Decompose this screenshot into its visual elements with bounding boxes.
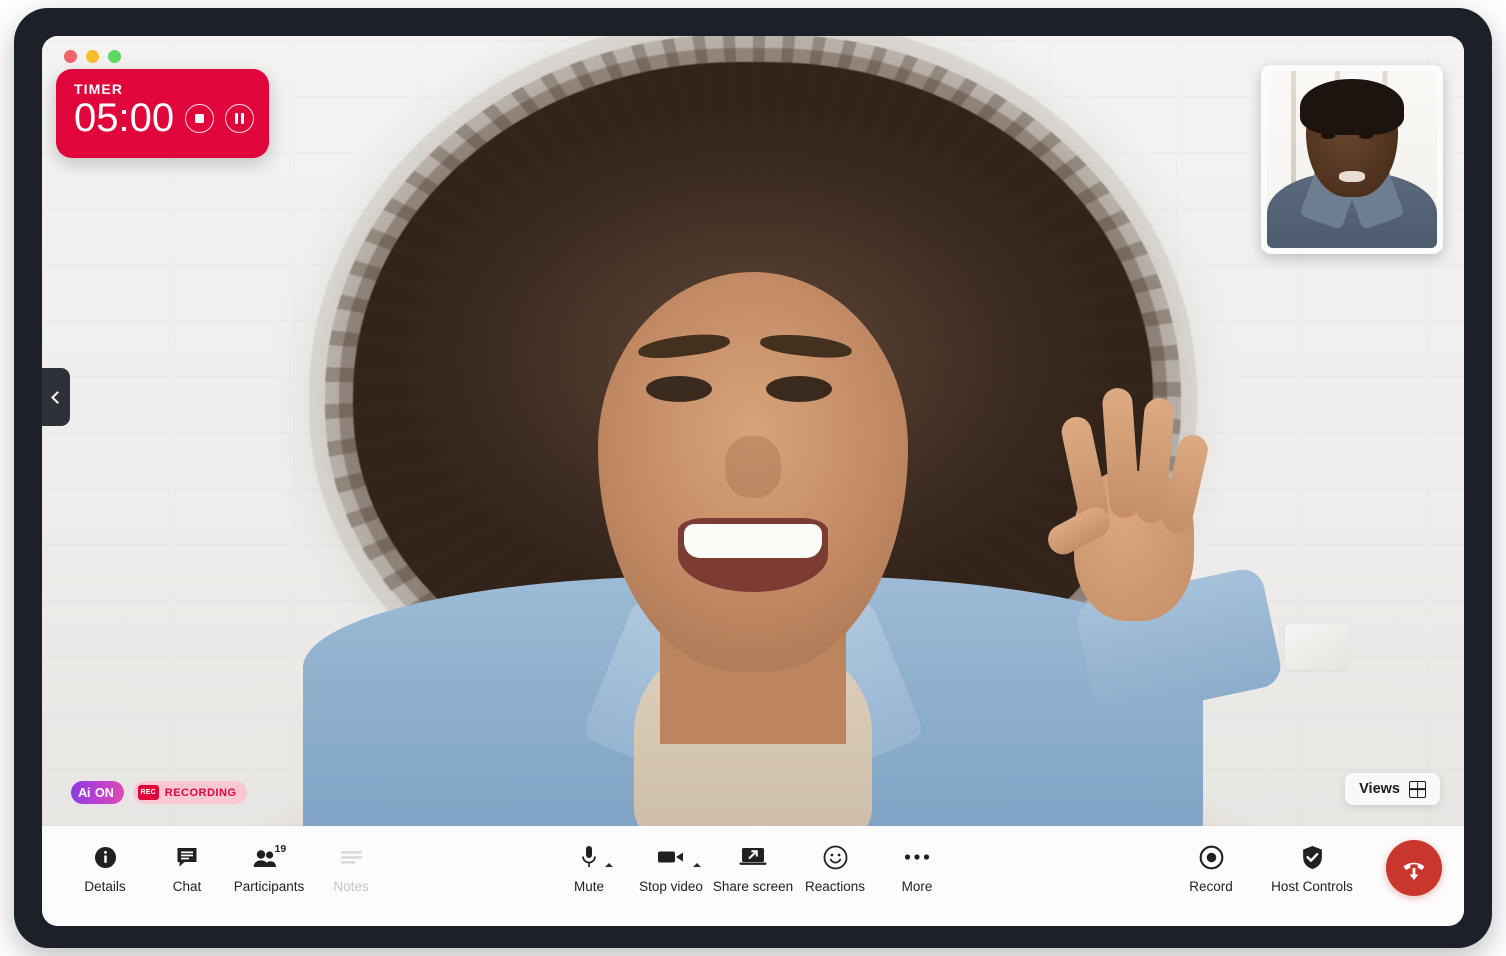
speaker-nose [725,436,781,498]
views-label: Views [1359,781,1400,797]
maximize-button[interactable] [108,50,121,63]
reactions-button[interactable]: Reactions [794,838,876,894]
recording-status-badge[interactable]: REC RECORDING [132,781,248,804]
host-controls-button[interactable]: Host Controls [1252,838,1372,894]
mute-label: Mute [573,879,604,894]
speaker-eye [646,376,712,402]
microphone-icon [581,844,613,870]
toolbar-center-group: Mute Stop video Share screen Reactions M… [548,838,958,894]
speaker-eye [766,376,832,402]
window-body: TIMER 05:00 Ai ON REC RECORDING Views De… [42,36,1464,926]
stop-icon [195,113,205,123]
video-camera-icon [657,844,701,870]
window-controls [64,50,121,63]
status-badges: Ai ON REC RECORDING [71,781,248,804]
speaker-hand [1042,376,1214,626]
views-button[interactable]: Views [1345,773,1440,805]
participants-button[interactable]: 19 Participants [228,838,310,894]
speaker-mouth [678,518,828,592]
hang-up-icon [1399,853,1429,883]
timer-value: 05:00 [74,96,175,140]
stop-video-button[interactable]: Stop video [630,838,712,894]
share-screen-label: Share screen [712,879,794,894]
reactions-label: Reactions [804,879,866,894]
self-view-mouth [1339,171,1365,182]
notes-button[interactable]: Notes [310,838,392,894]
ai-logo-icon: Ai [78,785,91,800]
notes-icon [340,844,363,870]
details-label: Details [84,879,126,894]
pause-icon [235,112,245,124]
participants-label: Participants [233,879,305,894]
self-view-eye [1321,133,1335,139]
ai-status-badge[interactable]: Ai ON [71,781,124,804]
smiley-icon [823,844,848,870]
timer-stop-button[interactable] [185,103,215,133]
participants-icon: 19 [252,844,286,870]
more-label: More [901,879,933,894]
video-options-caret-icon[interactable] [693,863,701,867]
timer-row: 05:00 [74,95,255,141]
record-label: Record [1189,879,1233,894]
speaker-teeth [684,524,822,558]
self-view-hair [1300,79,1404,135]
timer-widget: TIMER 05:00 [56,69,269,158]
self-view-video [1267,71,1437,248]
recording-label: RECORDING [164,786,237,799]
video-stage: TIMER 05:00 Ai ON REC RECORDING Views [42,36,1464,826]
close-button[interactable] [64,50,77,63]
toolbar-left-group: Details Chat 19 Participants Notes [64,838,392,894]
share-screen-button[interactable]: Share screen [712,838,794,894]
self-view-eye [1359,133,1373,139]
end-call-button[interactable] [1386,840,1442,896]
info-icon [94,844,117,870]
more-button[interactable]: More [876,838,958,894]
host-controls-label: Host Controls [1271,879,1353,894]
chat-label: Chat [172,879,202,894]
record-button[interactable]: Record [1170,838,1252,894]
minimize-button[interactable] [86,50,99,63]
ellipsis-icon [904,844,930,870]
share-screen-icon [739,844,767,870]
shield-check-icon [1301,844,1324,870]
notes-label: Notes [333,879,369,894]
grid-icon [1409,780,1426,798]
toolbar-right-group: Record Host Controls [1170,838,1442,896]
chat-button[interactable]: Chat [146,838,228,894]
record-icon [1199,844,1224,870]
stop-video-label: Stop video [639,879,703,894]
chevron-left-icon [51,390,64,404]
meeting-toolbar: Details Chat 19 Participants Notes Mute … [42,826,1464,926]
svg-text:19: 19 [275,845,287,855]
rec-icon: REC [137,785,159,800]
self-view-thumbnail[interactable] [1261,65,1443,254]
ai-status-label: ON [95,785,114,800]
mute-button[interactable]: Mute [548,838,630,894]
window-frame: TIMER 05:00 Ai ON REC RECORDING Views De… [14,8,1492,948]
app-root: TIMER 05:00 Ai ON REC RECORDING Views De… [0,0,1506,956]
mute-options-caret-icon[interactable] [605,863,613,867]
chat-icon [175,844,199,870]
details-button[interactable]: Details [64,838,146,894]
timer-pause-button[interactable] [225,103,255,133]
sidebar-collapse-button[interactable] [42,368,70,426]
